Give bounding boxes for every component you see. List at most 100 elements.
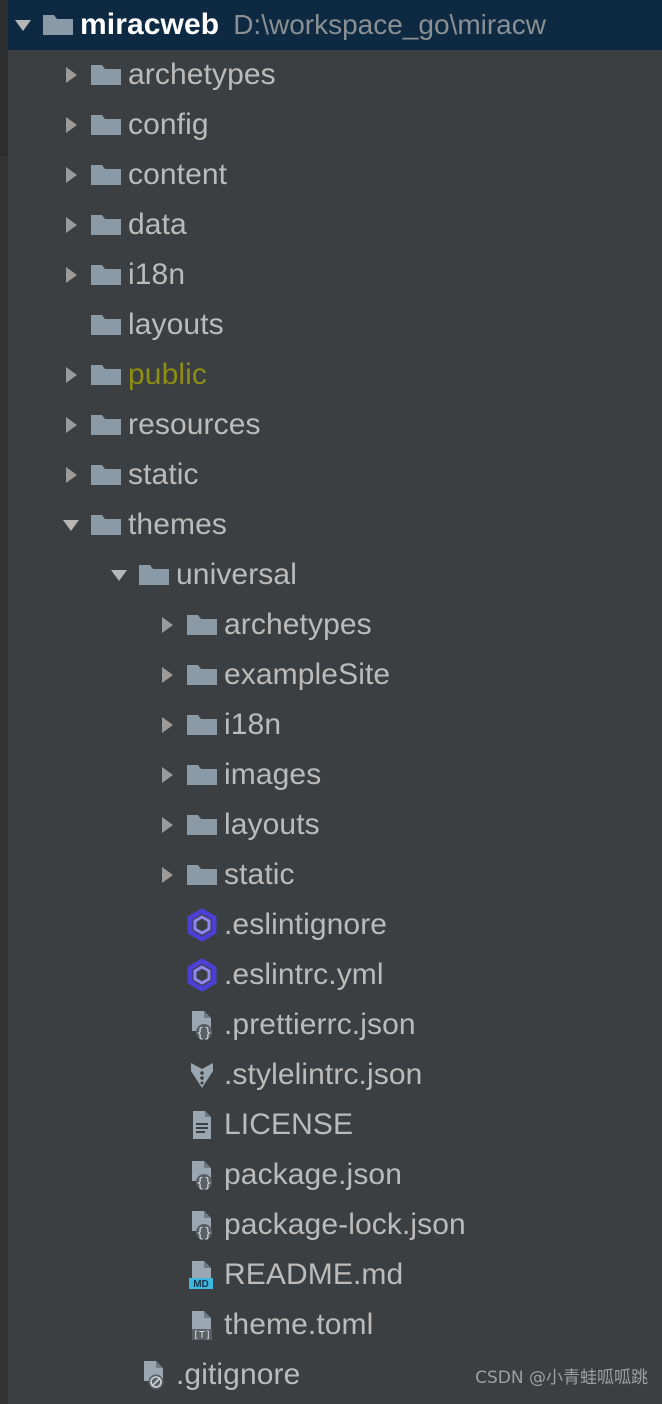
tree-row-label: themes	[128, 508, 227, 541]
folder-icon	[86, 200, 126, 250]
arrow-spacer	[152, 1050, 182, 1100]
svg-text:{}: {}	[196, 1176, 212, 1191]
tree-row-label: theme.toml	[224, 1308, 374, 1341]
folder-icon	[182, 700, 222, 750]
folder-icon	[86, 500, 126, 550]
tree-row[interactable]: content	[8, 150, 662, 200]
chevron-right-icon[interactable]	[56, 400, 86, 450]
tree-row[interactable]: images	[8, 750, 662, 800]
tree-row[interactable]: exampleSite	[8, 650, 662, 700]
tree-row-label: config	[128, 108, 209, 141]
tree-row[interactable]: {} package-lock.json	[8, 1200, 662, 1250]
tree-row-label: universal	[176, 558, 297, 591]
folder-icon	[134, 550, 174, 600]
folder-icon	[86, 50, 126, 100]
tree-row[interactable]: i18n	[8, 700, 662, 750]
tree-row[interactable]: MD README.md	[8, 1250, 662, 1300]
chevron-right-icon[interactable]	[56, 450, 86, 500]
folder-icon	[86, 400, 126, 450]
chevron-right-icon[interactable]	[56, 350, 86, 400]
tree-row[interactable]: .gitignore	[8, 1350, 662, 1400]
folder-icon	[182, 850, 222, 900]
gitignore-file-icon	[134, 1350, 174, 1400]
tree-row[interactable]: i18n	[8, 250, 662, 300]
stylelint-icon	[182, 1050, 222, 1100]
tree-row-label: layouts	[128, 308, 224, 341]
tree-row[interactable]: static	[8, 450, 662, 500]
tree-row[interactable]: .eslintrc.yml	[8, 950, 662, 1000]
tree-row-label: .eslintrc.yml	[224, 958, 384, 991]
tree-row[interactable]: config	[8, 100, 662, 150]
tree-row[interactable]: layouts	[8, 800, 662, 850]
tree-row[interactable]: data	[8, 200, 662, 250]
arrow-spacer	[152, 1150, 182, 1200]
tree-row-label: content	[128, 158, 228, 191]
folder-icon	[182, 750, 222, 800]
chevron-right-icon[interactable]	[152, 850, 182, 900]
tree-row-label: archetypes	[128, 58, 276, 91]
chevron-down-icon[interactable]	[104, 550, 134, 600]
vertical-scrollbar-thumb[interactable]	[0, 0, 8, 156]
tree-row[interactable]: resources	[8, 400, 662, 450]
folder-icon	[86, 150, 126, 200]
arrow-spacer	[56, 300, 86, 350]
project-file-tree[interactable]: miracweb D:\workspace_go\miracw archetypes…	[8, 0, 662, 1404]
folder-icon	[182, 800, 222, 850]
chevron-right-icon[interactable]	[56, 100, 86, 150]
tree-row[interactable]: {} .prettierrc.json	[8, 1000, 662, 1050]
arrow-spacer	[152, 1250, 182, 1300]
arrow-spacer	[152, 1100, 182, 1150]
tree-row[interactable]: .stylelintrc.json	[8, 1050, 662, 1100]
tree-row[interactable]: public	[8, 350, 662, 400]
folder-icon	[86, 300, 126, 350]
eslint-icon	[182, 900, 222, 950]
chevron-right-icon[interactable]	[56, 50, 86, 100]
tree-row-label: .stylelintrc.json	[224, 1058, 423, 1091]
tree-row-label: static	[224, 858, 295, 891]
tree-row[interactable]: {} package.json	[8, 1150, 662, 1200]
arrow-spacer	[104, 1350, 134, 1400]
tree-row[interactable]: layouts	[8, 300, 662, 350]
folder-icon	[182, 600, 222, 650]
tree-row-label: .gitignore	[176, 1358, 301, 1391]
tree-row-label: images	[224, 758, 322, 791]
folder-icon	[86, 250, 126, 300]
tree-row-label: miracweb	[80, 8, 220, 41]
tree-row[interactable]: .eslintignore	[8, 900, 662, 950]
chevron-right-icon[interactable]	[152, 600, 182, 650]
tree-row[interactable]: LICENSE	[8, 1100, 662, 1150]
chevron-right-icon[interactable]	[56, 150, 86, 200]
tree-row[interactable]: universal	[8, 550, 662, 600]
chevron-right-icon[interactable]	[56, 250, 86, 300]
tree-row-label: static	[128, 458, 199, 491]
tree-row-label: archetypes	[224, 608, 372, 641]
eslint-icon	[182, 950, 222, 1000]
chevron-right-icon[interactable]	[152, 700, 182, 750]
tree-row-label: exampleSite	[224, 658, 391, 691]
folder-icon	[86, 450, 126, 500]
chevron-down-icon[interactable]	[8, 0, 38, 50]
svg-text:{}: {}	[196, 1226, 212, 1241]
tree-row[interactable]: archetypes	[8, 50, 662, 100]
tree-row[interactable]: themes	[8, 500, 662, 550]
tree-row-label: .eslintignore	[224, 908, 388, 941]
chevron-right-icon[interactable]	[152, 800, 182, 850]
tree-row[interactable]: [T] theme.toml	[8, 1300, 662, 1350]
svg-text:MD: MD	[193, 1279, 209, 1290]
chevron-right-icon[interactable]	[152, 650, 182, 700]
chevron-right-icon[interactable]	[56, 200, 86, 250]
arrow-spacer	[152, 1000, 182, 1050]
tree-row[interactable]: miracweb D:\workspace_go\miracw	[8, 0, 662, 50]
chevron-down-icon[interactable]	[56, 500, 86, 550]
svg-text:{}: {}	[196, 1026, 212, 1041]
tree-row[interactable]: static	[8, 850, 662, 900]
tree-row-label: public	[128, 358, 207, 391]
toml-file-icon: [T]	[182, 1300, 222, 1350]
tree-row-label: i18n	[224, 708, 282, 741]
json-file-icon: {}	[182, 1150, 222, 1200]
tree-row[interactable]: archetypes	[8, 600, 662, 650]
chevron-right-icon[interactable]	[152, 750, 182, 800]
json-file-icon: {}	[182, 1200, 222, 1250]
markdown-file-icon: MD	[182, 1250, 222, 1300]
tree-row-label: resources	[128, 408, 261, 441]
